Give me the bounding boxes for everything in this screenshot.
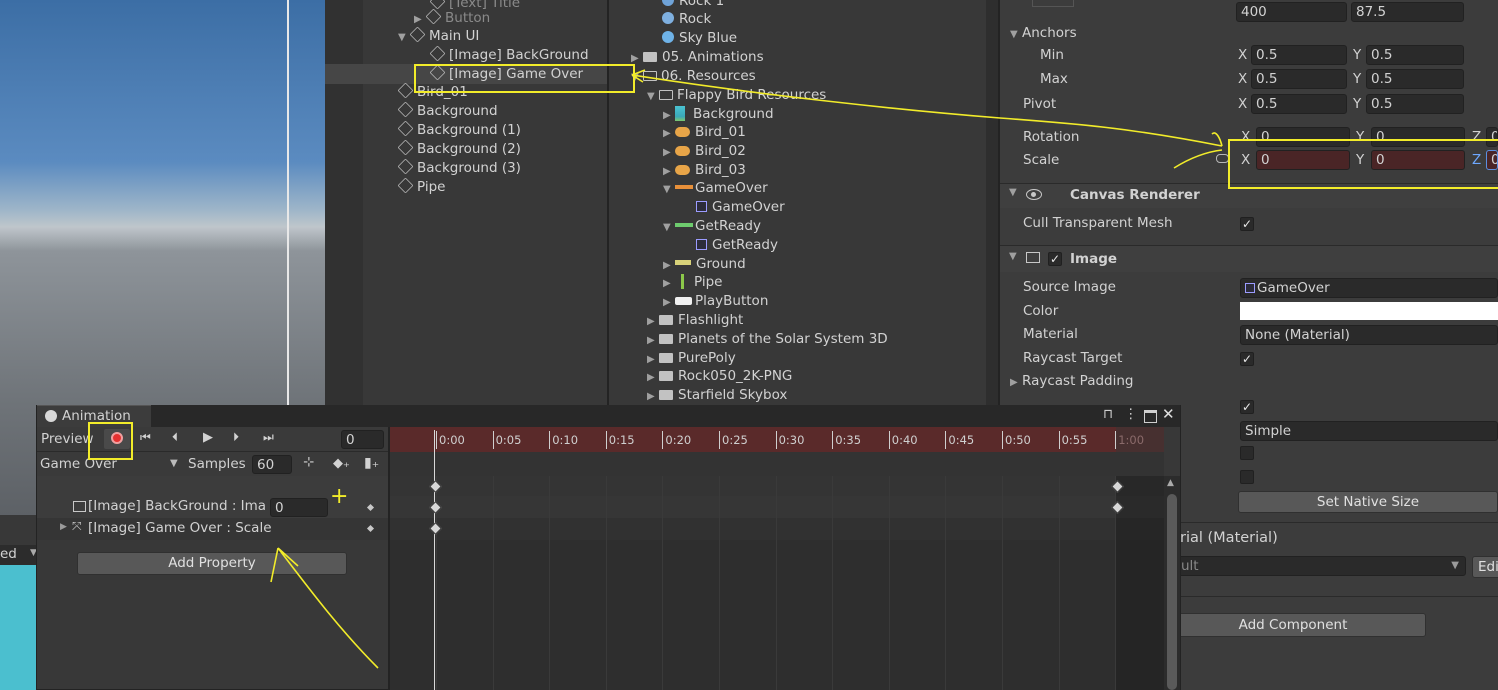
arrow-to-inspector: [631, 74, 1223, 147]
annotation-strokes: [270, 69, 1223, 669]
arrow-to-scale-property: [270, 547, 379, 669]
